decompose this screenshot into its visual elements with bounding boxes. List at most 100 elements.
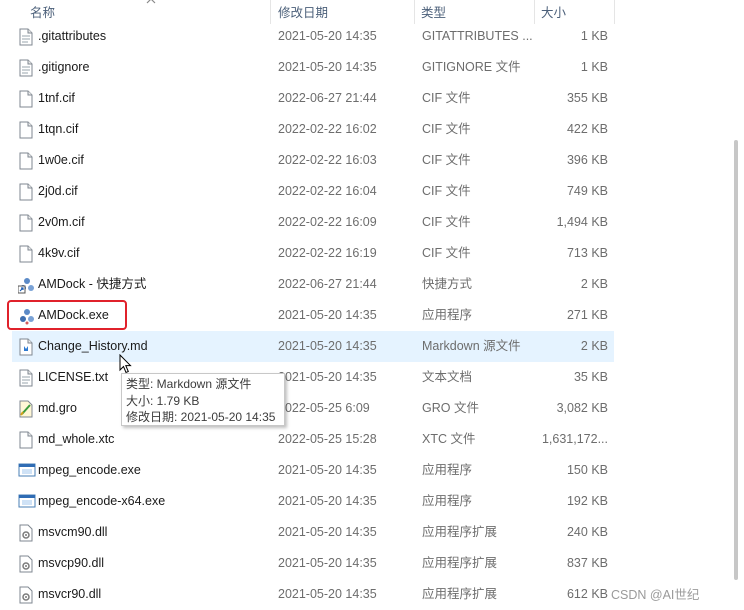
file-row[interactable]: 2v0m.cif 2022-02-22 16:09 CIF 文件 1,494 KB	[12, 207, 614, 238]
file-type: 应用程序扩展	[422, 587, 498, 601]
file-name: 1w0e.cif	[38, 153, 84, 167]
gro-file-icon	[18, 400, 36, 418]
file-size: 271 KB	[566, 308, 608, 322]
file-name: 2j0d.cif	[38, 184, 78, 198]
file-row[interactable]: msvcr90.dll 2021-05-20 14:35 应用程序扩展 612 KB	[12, 579, 614, 610]
file-size: 1,494 KB	[556, 215, 608, 229]
file-size: 612 KB	[566, 587, 608, 601]
file-row[interactable]: mpeg_encode-x64.exe 2021-05-20 14:35 应用程序 1…	[12, 486, 614, 517]
file-date: 2021-05-20 14:35	[278, 556, 377, 570]
file-row[interactable]: 2j0d.cif 2022-02-22 16:04 CIF 文件 749 KB	[12, 176, 614, 207]
file-date: 2022-02-22 16:19	[278, 246, 377, 260]
blank-file-icon	[18, 90, 36, 108]
file-type: GITIGNORE 文件	[422, 60, 521, 74]
markdown-file-icon	[18, 338, 36, 356]
blank-file-icon	[18, 183, 36, 201]
watermark-text: CSDN @AI世纪	[611, 588, 700, 602]
file-name: LICENSE.txt	[38, 370, 109, 384]
file-row[interactable]: Change_History.md 2021-05-20 14:35 Markdow…	[12, 331, 614, 362]
file-type: 应用程序	[422, 494, 473, 508]
file-row[interactable]: AMDock - 快捷方式 2022-06-27 21:44 快捷方式 2 KB	[12, 269, 614, 300]
file-date: 2021-05-20 14:35	[278, 60, 377, 74]
file-size: 2 KB	[580, 339, 608, 353]
highlight-annotation-box	[7, 300, 127, 330]
file-type: 文本文档	[422, 370, 473, 384]
text-file-icon	[18, 369, 36, 387]
file-size: 1,631,172...	[541, 432, 608, 446]
file-row[interactable]: LICENSE.txt 2021-05-20 14:35 文本文档 35 KB	[12, 362, 614, 393]
file-size: 713 KB	[566, 246, 608, 260]
file-row[interactable]: md.gro 2022-05-25 6:09 GRO 文件 3,082 KB	[12, 393, 614, 424]
column-divider[interactable]	[614, 0, 615, 24]
file-type: CIF 文件	[422, 153, 471, 167]
file-name: mpeg_encode.exe	[38, 463, 141, 477]
file-row[interactable]: .gitattributes 2021-05-20 14:35 GITATTRIBU…	[12, 21, 614, 52]
file-size: 1 KB	[580, 29, 608, 43]
blank-file-icon	[18, 245, 36, 263]
file-type: Markdown 源文件	[422, 339, 521, 353]
file-row[interactable]: msvcp90.dll 2021-05-20 14:35 应用程序扩展 837 KB	[12, 548, 614, 579]
file-row[interactable]: 1tnf.cif 2022-06-27 21:44 CIF 文件 355 KB	[12, 83, 614, 114]
dll-icon	[18, 524, 36, 542]
file-size: 150 KB	[566, 463, 608, 477]
exe-icon	[18, 462, 36, 480]
mouse-cursor-icon	[119, 354, 132, 374]
blank-file-icon	[18, 431, 36, 449]
file-name: 4k9v.cif	[38, 246, 80, 260]
file-row[interactable]: 1w0e.cif 2022-02-22 16:03 CIF 文件 396 KB	[12, 145, 614, 176]
file-type: CIF 文件	[422, 215, 471, 229]
file-size: 2 KB	[580, 277, 608, 291]
file-date: 2022-06-27 21:44	[278, 91, 377, 105]
tooltip-type: 类型: Markdown 源文件	[126, 377, 252, 391]
file-date: 2022-05-25 6:09	[278, 401, 370, 415]
text-file-icon	[18, 28, 36, 46]
file-row[interactable]: md_whole.xtc 2022-05-25 15:28 XTC 文件 1,631,…	[12, 424, 614, 455]
file-size: 422 KB	[566, 122, 608, 136]
file-date: 2021-05-20 14:35	[278, 339, 377, 353]
file-name: AMDock - 快捷方式	[38, 277, 147, 291]
file-type: CIF 文件	[422, 184, 471, 198]
file-name: mpeg_encode-x64.exe	[38, 494, 166, 508]
file-name: msvcr90.dll	[38, 587, 102, 601]
file-row[interactable]: 1tqn.cif 2022-02-22 16:02 CIF 文件 422 KB	[12, 114, 614, 145]
file-date: 2021-05-20 14:35	[278, 370, 377, 384]
file-size: 1 KB	[580, 60, 608, 74]
file-date: 2021-05-20 14:35	[278, 463, 377, 477]
file-type: XTC 文件	[422, 432, 476, 446]
vertical-scrollbar[interactable]	[734, 140, 738, 580]
file-date: 2021-05-20 14:35	[278, 587, 377, 601]
text-file-icon	[18, 59, 36, 77]
file-size: 837 KB	[566, 556, 608, 570]
exe-icon	[18, 493, 36, 511]
file-date: 2021-05-20 14:35	[278, 525, 377, 539]
file-name: .gitignore	[38, 60, 90, 74]
file-size: 3,082 KB	[556, 401, 608, 415]
file-name: 2v0m.cif	[38, 215, 85, 229]
file-type: 应用程序	[422, 463, 473, 477]
file-date: 2022-02-22 16:04	[278, 184, 377, 198]
file-row[interactable]: mpeg_encode.exe 2021-05-20 14:35 应用程序 150 K…	[12, 455, 614, 486]
file-row[interactable]: .gitignore 2021-05-20 14:35 GITIGNORE 文件 1 …	[12, 52, 614, 83]
file-row[interactable]: 4k9v.cif 2022-02-22 16:19 CIF 文件 713 KB	[12, 238, 614, 269]
file-type: CIF 文件	[422, 246, 471, 260]
dll-icon	[18, 586, 36, 604]
file-row[interactable]: msvcm90.dll 2021-05-20 14:35 应用程序扩展 240 KB	[12, 517, 614, 548]
file-size: 749 KB	[566, 184, 608, 198]
file-name: 1tqn.cif	[38, 122, 79, 136]
file-date: 2022-05-25 15:28	[278, 432, 377, 446]
file-type: 应用程序扩展	[422, 556, 498, 570]
file-date: 2021-05-20 14:35	[278, 29, 377, 43]
file-size: 192 KB	[566, 494, 608, 508]
file-name: md_whole.xtc	[38, 432, 115, 446]
file-date: 2022-02-22 16:03	[278, 153, 377, 167]
blank-file-icon	[18, 121, 36, 139]
file-type: CIF 文件	[422, 91, 471, 105]
file-size: 355 KB	[566, 91, 608, 105]
file-name: msvcm90.dll	[38, 525, 108, 539]
blank-file-icon	[18, 214, 36, 232]
file-type: GRO 文件	[422, 401, 479, 415]
file-size: 396 KB	[566, 153, 608, 167]
tooltip-date: 修改日期: 2021-05-20 14:35	[126, 410, 276, 424]
file-date: 2021-05-20 14:35	[278, 494, 377, 508]
file-name: md.gro	[38, 401, 77, 415]
